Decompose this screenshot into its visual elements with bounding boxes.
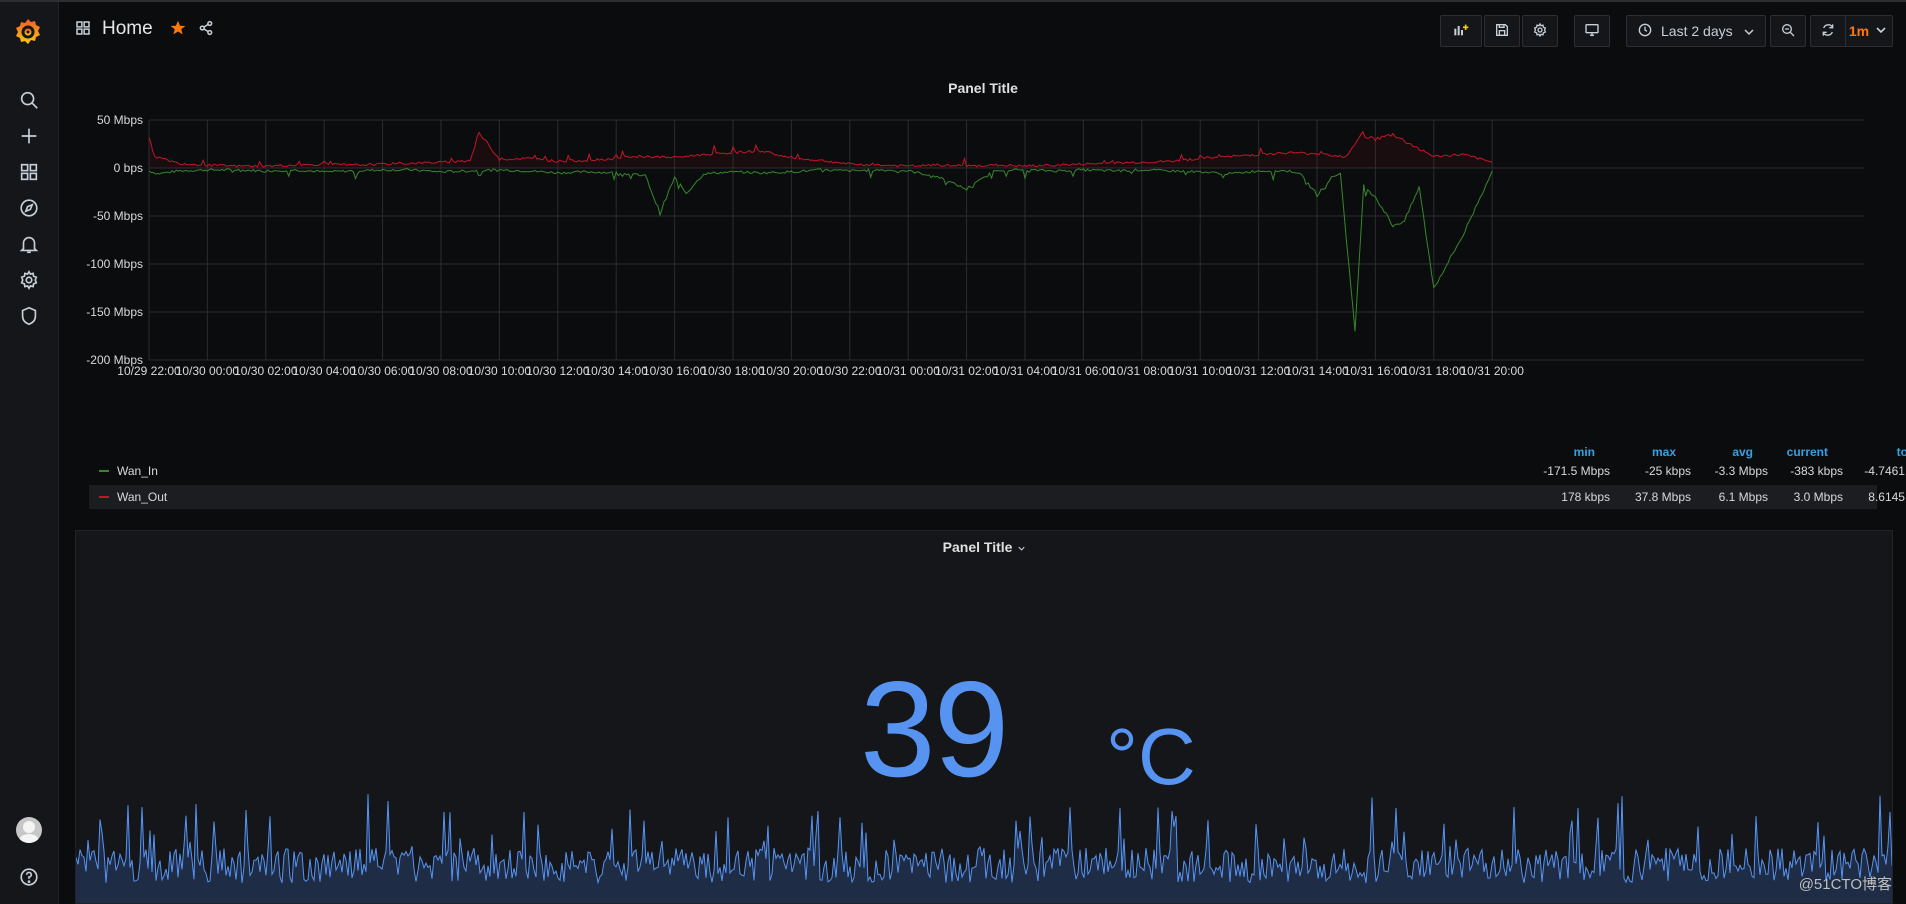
legend-value-min: 178 kbps [1561,490,1610,504]
chevron-down-icon [1741,24,1757,43]
legend-value-current: 3.0 Mbps [1793,490,1843,504]
server-admin-icon[interactable] [17,304,41,328]
explore-icon[interactable] [17,196,41,220]
x-tick-label: 10/30 14:00 [584,364,648,378]
refresh-interval-label: 1m [1848,23,1870,39]
x-tick-label: 10/30 04:00 [292,364,356,378]
legend-value-total: -4.7461 Gbps [1864,464,1906,478]
x-tick-label: 10/31 02:00 [935,364,999,378]
watermark: @51CTO博客 [1798,876,1892,893]
grafana-logo-icon[interactable] [12,16,44,48]
time-range-label: Last 2 days [1661,23,1733,39]
legend-row-wan-out[interactable]: Wan_Out 178 kbps 37.8 Mbps 6.1 Mbps 3.0 … [89,485,1906,509]
series-line-Wan_In [148,168,1493,332]
graph-chart[interactable]: 50 Mbps0 bps-50 Mbps-100 Mbps-150 Mbps-2… [74,70,1892,440]
refresh-interval-picker[interactable]: 1m [1845,15,1893,47]
x-tick-label: 10/30 10:00 [468,364,532,378]
zoom-out-button[interactable] [1770,15,1806,47]
search-icon[interactable] [17,88,41,112]
legend-value-max: 37.8 Mbps [1634,490,1691,504]
x-tick-label: 10/31 14:00 [1285,364,1349,378]
panel-title-dropdown[interactable]: Panel Title [76,539,1892,555]
x-tick-label: 10/29 22:00 [117,364,181,378]
x-tick-label: 10/31 18:00 [1402,364,1466,378]
save-icon [1494,22,1510,41]
series-name[interactable]: Wan_In [117,464,158,478]
x-tick-label: 10/31 20:00 [1460,364,1524,378]
refresh-icon [1820,22,1836,41]
chevron-down-icon [1873,22,1889,41]
stat-value: 39 [860,653,1009,805]
x-tick-label: 10/31 08:00 [1110,364,1174,378]
add-panel-button[interactable] [1440,15,1482,47]
x-tick-label: 10/31 04:00 [993,364,1057,378]
dashboard-navbar: Home Last 2 days 1m [58,2,1906,58]
gear-icon [1532,22,1548,41]
chevron-down-icon[interactable] [1016,539,1027,555]
x-tick-label: 10/30 18:00 [701,364,765,378]
x-tick-label: 10/30 06:00 [351,364,415,378]
x-tick-label: 10/30 12:00 [526,364,590,378]
legend-value-avg: -3.3 Mbps [1714,464,1768,478]
y-tick-label: -100 Mbps [86,257,143,271]
stat-unit: °C [1106,712,1196,801]
series-color-marker[interactable] [99,496,109,498]
legend-value-avg: 6.1 Mbps [1718,490,1768,504]
legend-value-min: -171.5 Mbps [1543,464,1610,478]
cycle-view-mode-button[interactable] [1574,15,1610,47]
x-tick-label: 10/31 06:00 [1052,364,1116,378]
legend-row-wan-in[interactable]: Wan_In -171.5 Mbps -25 kbps -3.3 Mbps -3… [89,459,1906,483]
monitor-icon [1584,22,1600,41]
star-icon[interactable] [169,19,187,40]
x-tick-label: 10/31 16:00 [1344,364,1408,378]
y-tick-label: 50 Mbps [97,113,143,127]
time-range-picker[interactable]: Last 2 days [1626,15,1766,47]
y-tick-label: -50 Mbps [93,209,143,223]
alerting-icon[interactable] [17,232,41,256]
x-tick-label: 10/31 10:00 [1168,364,1232,378]
y-tick-label: -150 Mbps [86,305,143,319]
x-tick-label: 10/31 12:00 [1227,364,1291,378]
dashboard-title-group: Home [74,18,215,40]
series-area-Wan_Out [149,131,1493,168]
share-icon[interactable] [197,19,215,40]
dashboard-title[interactable]: Home [102,18,153,40]
singlestat-panel: Panel Title 39 °C [75,530,1893,904]
series-name[interactable]: Wan_Out [117,490,167,504]
y-tick-label: 0 bps [114,161,143,175]
legend-value-total: 8.6145 Gbps [1868,490,1906,504]
x-tick-label: 10/30 00:00 [176,364,240,378]
legend-value-current: -383 kbps [1790,464,1843,478]
add-panel-icon [1453,22,1469,41]
avatar[interactable] [16,817,42,843]
help-icon[interactable] [17,865,41,889]
save-dashboard-button[interactable] [1484,15,1520,47]
x-tick-label: 10/30 02:00 [234,364,298,378]
sidebar [0,2,59,904]
graph-panel: Panel Title 50 Mbps 0 bps -50 Mbps -100 Mbp… [74,70,1906,520]
series-color-marker[interactable] [99,470,109,472]
configuration-icon[interactable] [17,268,41,292]
x-tick-label: 10/30 08:00 [409,364,473,378]
clock-icon [1637,22,1653,41]
x-tick-label: 10/30 20:00 [760,364,824,378]
x-tick-label: 10/31 00:00 [876,364,940,378]
panel-title[interactable]: Panel Title [943,539,1013,555]
legend-value-max: -25 kbps [1644,464,1691,478]
x-tick-label: 10/30 22:00 [818,364,882,378]
plus-icon[interactable] [17,124,41,148]
x-tick-label: 10/30 16:00 [643,364,707,378]
zoom-out-icon [1780,22,1796,41]
refresh-button[interactable] [1810,15,1846,47]
dashboards-icon[interactable] [17,160,41,184]
dashboard-settings-button[interactable] [1522,15,1558,47]
dashboards-grid-icon[interactable] [74,19,92,40]
